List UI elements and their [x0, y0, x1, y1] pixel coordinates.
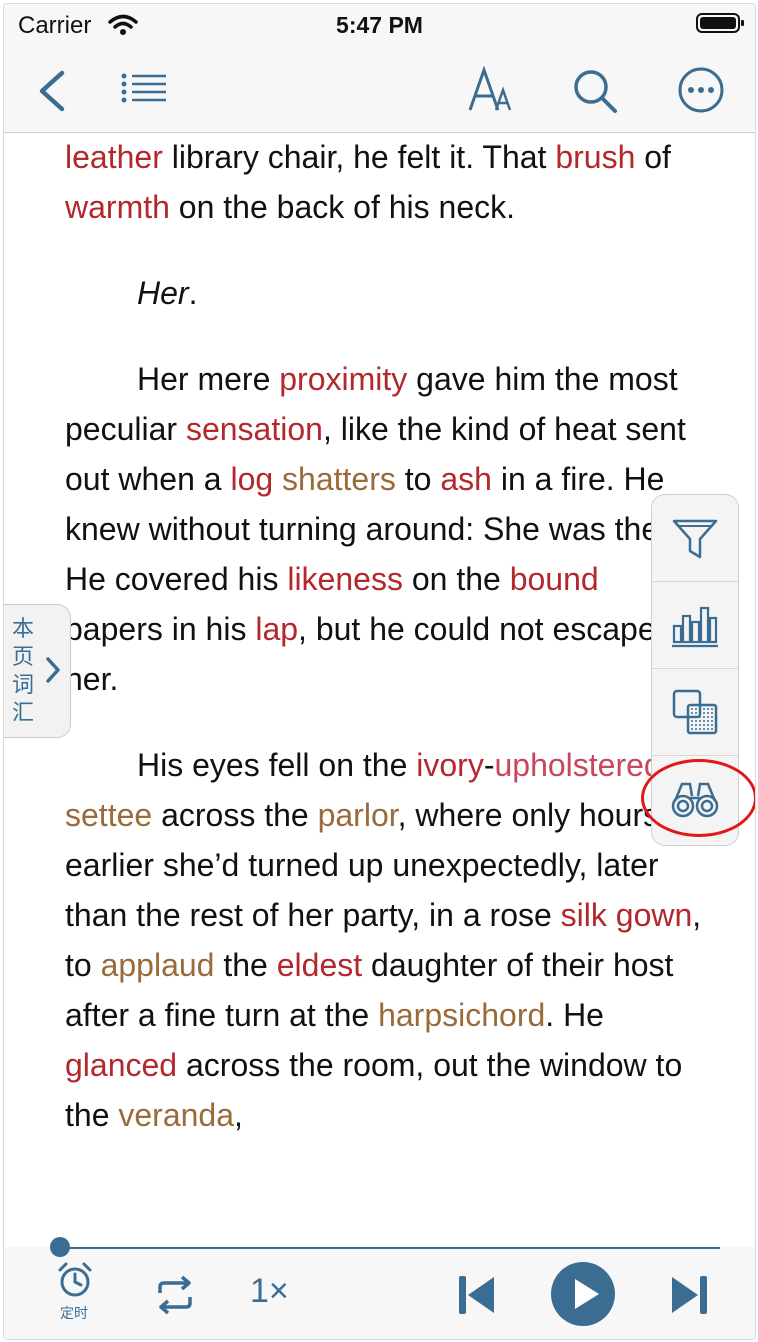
back-chevron-icon[interactable]: [34, 70, 70, 112]
list-icon[interactable]: [120, 72, 168, 106]
text-run: library chair, he felt it. That: [162, 139, 556, 175]
audio-player: [4, 1247, 755, 1339]
paragraph: Her.: [65, 268, 705, 318]
search-icon[interactable]: [572, 68, 618, 114]
timer-label: 定时: [60, 1305, 88, 1321]
text-run: Her mere: [137, 361, 280, 397]
text-run: papers in his: [65, 611, 256, 647]
overlay-icon: [672, 689, 718, 735]
paragraph: Her mere proximity gave him the most pec…: [65, 354, 705, 704]
vocabulary-word[interactable]: log: [230, 461, 273, 497]
vocabulary-word[interactable]: eldest: [277, 947, 362, 983]
filter-icon: [672, 519, 718, 559]
paragraph: His eyes fell on the ivory-upholstered s…: [65, 740, 705, 1140]
bar-chart-icon: [672, 606, 718, 648]
text-run: ,: [234, 1097, 243, 1133]
vocabulary-word[interactable]: shatters: [282, 461, 396, 497]
vocabulary-word[interactable]: applaud: [101, 947, 215, 983]
vocabulary-word[interactable]: brush: [555, 139, 635, 175]
next-track-icon[interactable]: [668, 1273, 710, 1317]
vocabulary-word[interactable]: ivory: [416, 747, 484, 783]
reader-content: leather library chair, he felt it. That …: [65, 132, 705, 1176]
nav-bar: [4, 50, 755, 133]
font-size-icon[interactable]: [466, 66, 516, 112]
playback-speed-button[interactable]: 1×: [250, 1272, 289, 1311]
text-run: -: [483, 747, 495, 783]
vocabulary-word[interactable]: likeness: [287, 561, 403, 597]
vocabulary-word[interactable]: sensation: [186, 411, 323, 447]
statistics-button[interactable]: [652, 582, 738, 669]
text-run: on the back of his neck.: [169, 189, 515, 225]
vocabulary-word[interactable]: silk gown: [561, 897, 693, 933]
chevron-right-icon: [46, 657, 60, 683]
more-icon[interactable]: [677, 66, 725, 114]
status-bar: Carrier 5:47 PM: [4, 4, 755, 50]
vocabulary-word[interactable]: harpsichord: [378, 997, 545, 1033]
highlight-ring: [641, 759, 755, 837]
text-run: His eyes fell on the: [137, 747, 417, 783]
text-run: on the: [402, 561, 510, 597]
page-vocabulary-label: 本页词汇: [12, 616, 35, 725]
vocabulary-word[interactable]: glanced: [65, 1047, 177, 1083]
vocabulary-word[interactable]: settee: [65, 797, 152, 833]
vocabulary-word[interactable]: proximity: [279, 361, 407, 397]
vocabulary-word[interactable]: upholstered: [494, 747, 661, 783]
text-run: [273, 461, 282, 497]
text-run: of: [635, 139, 671, 175]
text-run: the: [214, 947, 277, 983]
status-time: 5:47 PM: [336, 12, 423, 38]
text-run: across the: [152, 797, 318, 833]
page-vocabulary-tab[interactable]: 本页词汇: [4, 604, 71, 738]
vocabulary-word[interactable]: lap: [255, 611, 298, 647]
text-run: .: [188, 275, 198, 311]
progress-knob[interactable]: [50, 1237, 70, 1257]
previous-track-icon[interactable]: [456, 1273, 498, 1317]
vocabulary-word[interactable]: parlor: [318, 797, 398, 833]
vocabulary-word[interactable]: warmth: [65, 189, 170, 225]
alarm-clock-icon[interactable]: [56, 1261, 94, 1299]
vocabulary-word[interactable]: ash: [440, 461, 492, 497]
vocabulary-word[interactable]: veranda: [118, 1097, 234, 1133]
vocabulary-word[interactable]: bound: [510, 561, 599, 597]
text-run: . He: [545, 997, 604, 1033]
text-run: Her: [137, 275, 189, 311]
progress-track[interactable]: [60, 1247, 720, 1249]
repeat-icon[interactable]: [154, 1275, 196, 1315]
play-button-icon[interactable]: [550, 1261, 616, 1327]
filter-button[interactable]: [652, 495, 738, 582]
vocabulary-word[interactable]: leather: [65, 139, 163, 175]
overlay-button[interactable]: [652, 669, 738, 756]
battery-icon: [696, 13, 744, 33]
text-run: to: [395, 461, 441, 497]
paragraph: leather library chair, he felt it. That …: [65, 132, 705, 232]
